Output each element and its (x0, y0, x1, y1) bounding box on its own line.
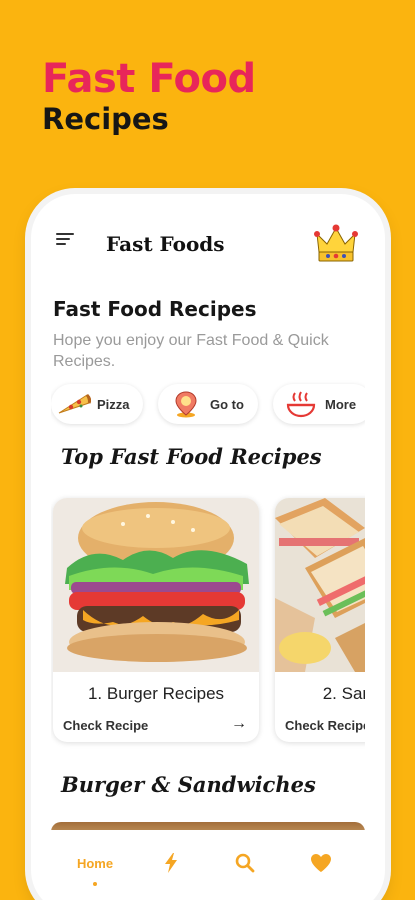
pizza-icon (57, 391, 92, 417)
arrow-right-icon[interactable]: → (231, 715, 247, 733)
promo-subtitle: Recipes (42, 102, 169, 136)
app-title: Fast Foods (106, 232, 225, 256)
search-icon[interactable] (232, 848, 258, 878)
app-screen: Fast Foods Fast Food Recipes Hope you en… (51, 212, 365, 900)
sandwich-image (275, 498, 365, 672)
check-recipe-link[interactable]: Check Recipe (285, 718, 365, 733)
bolt-icon[interactable] (158, 848, 184, 878)
menu-icon[interactable] (51, 224, 81, 254)
recipe-card-sandwich[interactable]: 2. Sandwiches Check Recipe → (275, 498, 365, 742)
dish-icon (285, 389, 317, 419)
nav-home-label: Home (76, 855, 114, 871)
nav-home[interactable]: Home (73, 848, 117, 878)
phone-frame: Fast Foods Fast Food Recipes Hope you en… (31, 194, 385, 900)
heart-icon[interactable] (307, 848, 335, 878)
category-label: Pizza (97, 396, 130, 412)
recipe-title: 1. Burger Recipes (87, 684, 225, 703)
page-heading: Fast Food Recipes (53, 297, 257, 321)
recipe-card-burger[interactable]: 1. Burger Recipes Check Recipe → (53, 498, 259, 742)
category-goto[interactable]: Go to (158, 384, 258, 424)
category-more[interactable]: More (273, 384, 365, 424)
crown-icon[interactable] (313, 222, 359, 266)
intro-text: Hope you enjoy our Fast Food & Quick Rec… (53, 332, 329, 370)
category-label: More (325, 396, 357, 412)
recipe-title: 2. Sandwiches (322, 684, 365, 703)
nav-active-indicator (93, 882, 97, 886)
map-pin-icon (172, 389, 200, 419)
section-title-burger: Burger & Sandwiches (61, 772, 316, 797)
category-label: Go to (210, 396, 244, 412)
check-recipe-link[interactable]: Check Recipe (63, 718, 148, 733)
section-title-top: Top Fast Food Recipes (61, 444, 322, 469)
bottom-nav: Home (51, 830, 365, 900)
category-pizza[interactable]: Pizza (51, 384, 143, 424)
promo-title: Fast Food (42, 56, 256, 102)
burger-image (53, 498, 259, 672)
app-bar: Fast Foods (51, 212, 365, 272)
